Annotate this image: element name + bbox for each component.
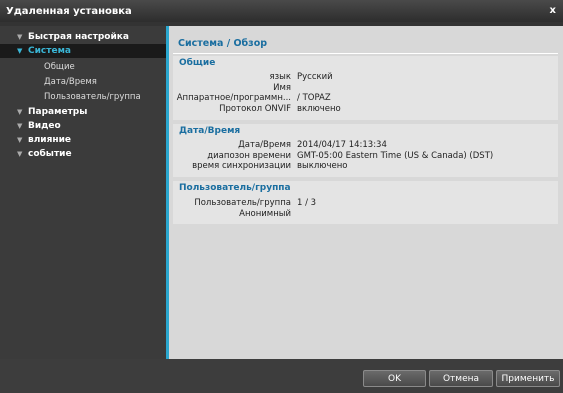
ok-button[interactable]: OK	[363, 370, 426, 387]
page-title: Система / Обзор	[178, 38, 268, 49]
sidebar-item-label: Видео	[28, 121, 61, 131]
row-label: Протокол ONVIF	[219, 104, 291, 114]
sidebar-subitem-user-group[interactable]: Пользователь/группа	[0, 90, 166, 105]
section-title: Пользователь/группа	[179, 183, 291, 193]
row-value: / TOPAZ	[297, 93, 331, 103]
chevron-down-icon: ▼	[17, 122, 23, 130]
row-label: Имя	[273, 83, 291, 93]
close-button[interactable]: x	[550, 5, 556, 16]
sidebar-item-label: Система	[28, 46, 71, 56]
info-row: время синхронизации выключено	[173, 161, 558, 171]
cancel-button[interactable]: Отмена	[429, 370, 493, 387]
sidebar-item-influence[interactable]: ▼ влияние	[0, 133, 166, 147]
row-label: диапозон времени	[207, 151, 291, 161]
apply-button[interactable]: Применить	[496, 370, 560, 387]
section-title: Общие	[179, 58, 216, 68]
sidebar-item-label: событие	[28, 149, 72, 159]
row-value: Русский	[297, 72, 333, 82]
sidebar-nav: ▼ Быстрая настройка ▼ Система Общие Дата…	[0, 26, 166, 359]
row-label: Анонимный	[239, 209, 291, 219]
chevron-down-icon: ▼	[17, 108, 23, 116]
row-label: язык	[269, 72, 291, 82]
sidebar-subitem-datetime[interactable]: Дата/Время	[0, 75, 166, 90]
row-label: Аппаратное/программн...	[176, 93, 291, 103]
sidebar-item-label: Быстрая настройка	[28, 32, 129, 42]
dialog-footer: OK Отмена Применить	[0, 359, 563, 393]
info-row: Имя	[173, 83, 558, 93]
chevron-down-icon: ▼	[17, 47, 23, 55]
section-user-group: Пользователь/группа Пользователь/группа …	[173, 181, 558, 224]
remote-setup-window: Удаленная установка x ▼ Быстрая настройк…	[0, 0, 563, 393]
info-row: Протокол ONVIF включено	[173, 104, 558, 114]
info-row: Анонимный	[173, 209, 558, 219]
row-value: GMT-05:00 Eastern Time (US & Canada) (DS…	[297, 151, 494, 161]
row-label: Дата/Время	[238, 140, 291, 150]
info-row: диапозон времени GMT-05:00 Eastern Time …	[173, 151, 558, 161]
sidebar-item-label: Параметры	[28, 107, 88, 117]
section-datetime: Дата/Время Дата/Время 2014/04/17 14:13:3…	[173, 124, 558, 177]
info-row: Аппаратное/программн... / TOPAZ	[173, 93, 558, 103]
sidebar-item-quick-setup[interactable]: ▼ Быстрая настройка	[0, 30, 166, 44]
chevron-down-icon: ▼	[17, 33, 23, 41]
window-title: Удаленная установка	[6, 6, 132, 17]
row-label: Пользователь/группа	[194, 198, 291, 208]
sidebar-item-label: влияние	[28, 135, 72, 145]
sidebar-item-system[interactable]: ▼ Система	[0, 44, 166, 58]
main-content: Система / Обзор Общие язык Русский Имя А…	[169, 26, 563, 359]
chevron-down-icon: ▼	[17, 136, 23, 144]
sidebar-subitem-general[interactable]: Общие	[0, 60, 166, 75]
sidebar-item-parameters[interactable]: ▼ Параметры	[0, 105, 166, 119]
info-row: Дата/Время 2014/04/17 14:13:34	[173, 140, 558, 150]
chevron-down-icon: ▼	[17, 150, 23, 158]
row-value: 1 / 3	[297, 198, 317, 208]
section-general: Общие язык Русский Имя Аппаратное/програ…	[173, 56, 558, 120]
row-value: выключено	[297, 161, 348, 171]
section-title: Дата/Время	[179, 126, 241, 136]
row-value: 2014/04/17 14:13:34	[297, 140, 387, 150]
title-divider	[173, 53, 558, 54]
row-label: время синхронизации	[192, 161, 291, 171]
info-row: Пользователь/группа 1 / 3	[173, 198, 558, 208]
row-value: включено	[297, 104, 341, 114]
sidebar-item-event[interactable]: ▼ событие	[0, 147, 166, 161]
sidebar-item-video[interactable]: ▼ Видео	[0, 119, 166, 133]
title-bar: Удаленная установка x	[0, 0, 563, 22]
info-row: язык Русский	[173, 72, 558, 82]
